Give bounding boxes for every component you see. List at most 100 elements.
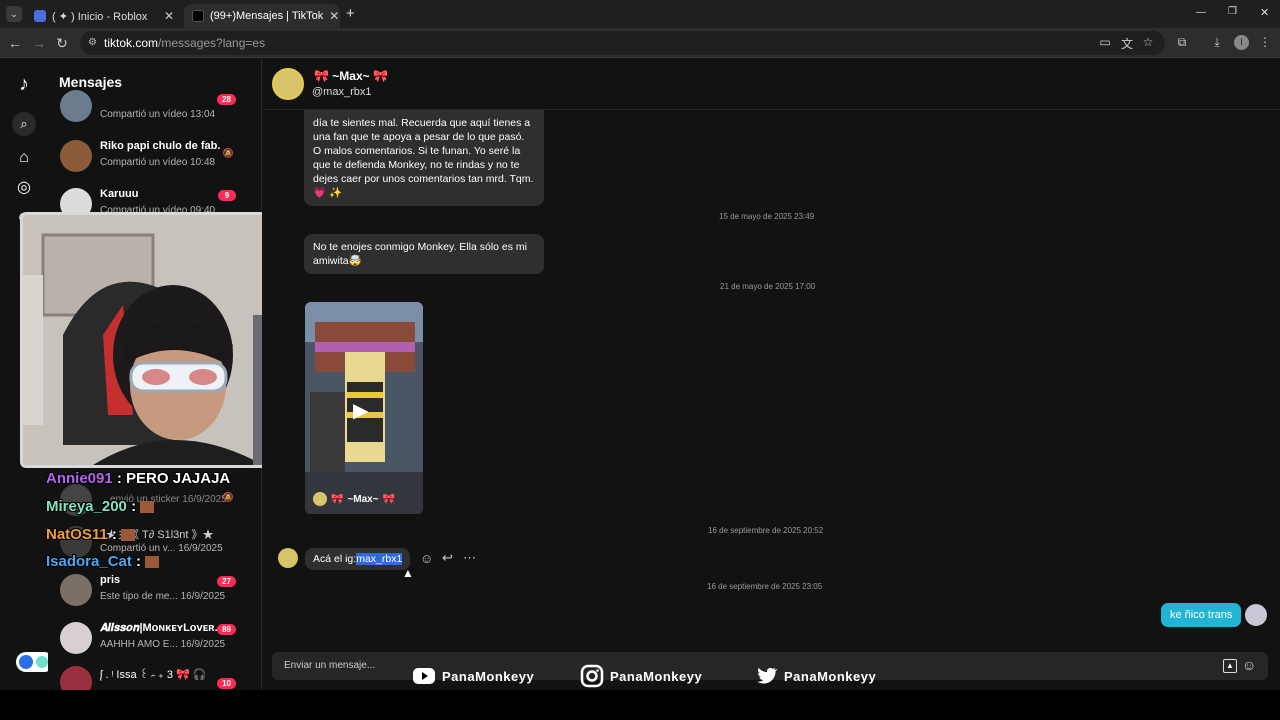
url-domain: tiktok.com bbox=[104, 36, 159, 50]
messages-title: Mensajes bbox=[59, 74, 123, 90]
reply-icon[interactable]: ↩ bbox=[442, 550, 453, 566]
contact-handle[interactable]: @max_rbx1 bbox=[312, 86, 371, 98]
avatar bbox=[60, 140, 92, 172]
explore-icon[interactable]: ◎ bbox=[12, 176, 36, 200]
play-icon[interactable]: ▶ bbox=[353, 398, 368, 423]
unread-badge: 9 bbox=[218, 190, 236, 201]
tab-title: (99+)Mensajes | TikTok bbox=[210, 10, 324, 22]
tab-list-button[interactable]: ⌄ bbox=[6, 6, 22, 22]
conversation-name: pris bbox=[100, 574, 121, 586]
browser-tab-bar: ⌄ ( ✦ ) Inicio - Roblox ✕ (99+)Mensajes … bbox=[0, 0, 1280, 28]
contact-name[interactable]: 🎀 ~Max~ 🎀 bbox=[314, 69, 388, 83]
conversation-item[interactable]: ᶘ . ᵎ Issa ꒰ ˶ ₊ 3 🎀 🎧 10 bbox=[58, 662, 258, 690]
image-upload-icon[interactable]: ▲ bbox=[1223, 659, 1237, 673]
close-window-button[interactable]: ✕ bbox=[1260, 6, 1269, 19]
message-timestamp: 15 de mayo de 2025 23:49 bbox=[719, 212, 815, 221]
muted-bell-icon: 🔕 bbox=[222, 148, 234, 158]
contact-avatar[interactable] bbox=[272, 68, 304, 100]
youtube-icon bbox=[413, 668, 435, 684]
conversation-item[interactable]: Riko papi chulo de fab... Compartió un v… bbox=[58, 136, 258, 180]
stream-chat-message: NatOS11 : bbox=[46, 526, 136, 543]
message-timestamp: 16 de septiembre de 2025 20:52 bbox=[708, 526, 824, 535]
conversation-item[interactable]: 𝑨𝒍𝒊𝒔𝒔𝒐𝒏|MᴏɴᴋᴇʏLᴏᴠᴇʀ... AAHHH AMO E... 16… bbox=[58, 618, 258, 662]
back-arrow-icon[interactable]: ← bbox=[6, 34, 24, 52]
muted-bell-icon: 🔕 bbox=[222, 492, 234, 502]
author-avatar bbox=[313, 492, 327, 506]
message-timestamp: 16 de septiembre de 2025 23:05 bbox=[707, 582, 823, 591]
profile-avatar[interactable]: I bbox=[1234, 35, 1249, 50]
tiktok-logo-icon[interactable]: ♪ bbox=[12, 72, 36, 96]
sender-avatar bbox=[278, 548, 298, 568]
stream-chat-message: Isadora_Cat : bbox=[46, 553, 160, 570]
conversation-preview: Este tipo de me... 16/9/2025 bbox=[100, 591, 226, 602]
menu-dots-icon[interactable]: ⋮ bbox=[1257, 35, 1273, 49]
received-message[interactable]: Acá el ig:max_rbx1 bbox=[305, 548, 411, 570]
search-icon[interactable]: ⌕ bbox=[12, 112, 36, 136]
conversation-preview: Compartió un vídeo 13:04 bbox=[100, 109, 216, 120]
avatar bbox=[60, 574, 92, 606]
tab-title: ( ✦ ) Inicio - Roblox bbox=[52, 10, 148, 23]
more-options-icon[interactable]: ⋯ bbox=[463, 550, 476, 566]
youtube-handle: PanaMonkeyy bbox=[412, 664, 534, 688]
mouse-cursor-icon: ▲ bbox=[402, 566, 414, 580]
tiktok-favicon-icon bbox=[192, 10, 204, 22]
tab-roblox[interactable]: ( ✦ ) Inicio - Roblox ✕ bbox=[26, 4, 182, 28]
home-icon[interactable]: ⌂ bbox=[12, 146, 36, 170]
chat-header: 🎀 ~Max~ 🎀 @max_rbx1 bbox=[262, 58, 1280, 110]
react-emoji-icon[interactable]: ☺ bbox=[420, 551, 433, 566]
my-avatar bbox=[1245, 604, 1267, 626]
restore-button[interactable]: ❐ bbox=[1228, 6, 1237, 17]
received-message[interactable]: día te sientes mal. Recuerda que aquí ti… bbox=[304, 110, 544, 206]
twitter-handle: PanaMonkeyy bbox=[754, 664, 876, 688]
sent-message[interactable]: ke ñico trans bbox=[1161, 603, 1242, 627]
translate-icon[interactable]: 文 bbox=[1119, 35, 1135, 52]
app-teal-icon bbox=[36, 656, 48, 668]
conversation-name: 𝑨𝒍𝒊𝒔𝒔𝒐𝒏|MᴏɴᴋᴇʏLᴏᴠᴇʀ... bbox=[100, 622, 220, 634]
received-message[interactable]: No te enojes conmigo Monkey. Ella sólo e… bbox=[304, 234, 544, 274]
emoji-icon[interactable]: ☺ bbox=[1242, 657, 1256, 673]
download-icon[interactable]: ⤓ bbox=[1209, 35, 1225, 50]
address-bar[interactable]: ⚙ tiktok.com/messages?lang=es bbox=[80, 31, 1165, 55]
conversation-name: Karuuu bbox=[100, 188, 139, 200]
new-tab-button[interactable]: + bbox=[346, 5, 355, 22]
unread-badge: 10 bbox=[217, 678, 236, 689]
bookmark-star-icon[interactable]: ☆ bbox=[1140, 35, 1156, 49]
app-blue-icon bbox=[19, 655, 33, 669]
conversation-preview: Compartió un vídeo 10:48 bbox=[100, 157, 216, 168]
reload-icon[interactable]: ↻ bbox=[53, 34, 71, 52]
close-tab-icon[interactable]: ✕ bbox=[164, 9, 174, 23]
site-info-icon[interactable]: ⚙ bbox=[88, 31, 97, 55]
unread-badge: 27 bbox=[217, 576, 236, 587]
browser-toolbar: ← → ↻ ⚙ tiktok.com/messages?lang=es ▭ 文 … bbox=[0, 28, 1280, 58]
shared-video-card[interactable]: ▶ 🎀 ~Max~ 🎀 bbox=[305, 302, 423, 514]
minimize-button[interactable]: — bbox=[1196, 7, 1206, 18]
message-timestamp: 21 de mayo de 2025 17:00 bbox=[720, 282, 816, 291]
stream-chat-message: Annie091 : PERO JAJAJA bbox=[46, 470, 231, 487]
conversation-preview: AAHHH AMO E... 16/9/2025 bbox=[100, 639, 226, 650]
url-path: /messages?lang=es bbox=[158, 36, 266, 50]
conversation-name: Riko papi chulo de fab... bbox=[100, 140, 220, 152]
emote-icon bbox=[121, 529, 136, 542]
cast-icon[interactable]: ▭ bbox=[1097, 35, 1113, 49]
stream-chat-message: Mireya_200 : bbox=[46, 498, 155, 515]
emote-icon bbox=[140, 501, 155, 514]
conversation-item[interactable]: Compartió un vídeo 13:04 28 bbox=[58, 90, 258, 140]
instagram-handle: PanaMonkeyy bbox=[580, 664, 702, 688]
conversation-item[interactable]: pris Este tipo de me... 16/9/2025 27 bbox=[58, 570, 258, 614]
close-tab-icon[interactable]: ✕ bbox=[329, 9, 339, 23]
unread-badge: 89 bbox=[217, 624, 236, 635]
conversation-name: ᶘ . ᵎ Issa ꒰ ˶ ₊ 3 🎀 🎧 bbox=[100, 669, 207, 681]
forward-arrow-icon[interactable]: → bbox=[30, 34, 48, 52]
avatar bbox=[60, 90, 92, 122]
unread-badge: 28 bbox=[217, 94, 236, 105]
twitter-icon bbox=[757, 667, 778, 684]
avatar bbox=[60, 666, 92, 690]
tab-tiktok[interactable]: (99+)Mensajes | TikTok ✕ bbox=[184, 4, 340, 28]
extensions-icon[interactable]: ⧉ bbox=[1174, 35, 1190, 50]
selected-text: max_rbx1 bbox=[356, 553, 403, 565]
roblox-favicon-icon bbox=[34, 10, 46, 22]
video-author: 🎀 ~Max~ 🎀 bbox=[313, 492, 395, 506]
emote-icon bbox=[145, 556, 160, 569]
avatar bbox=[60, 622, 92, 654]
instagram-icon bbox=[580, 664, 604, 688]
